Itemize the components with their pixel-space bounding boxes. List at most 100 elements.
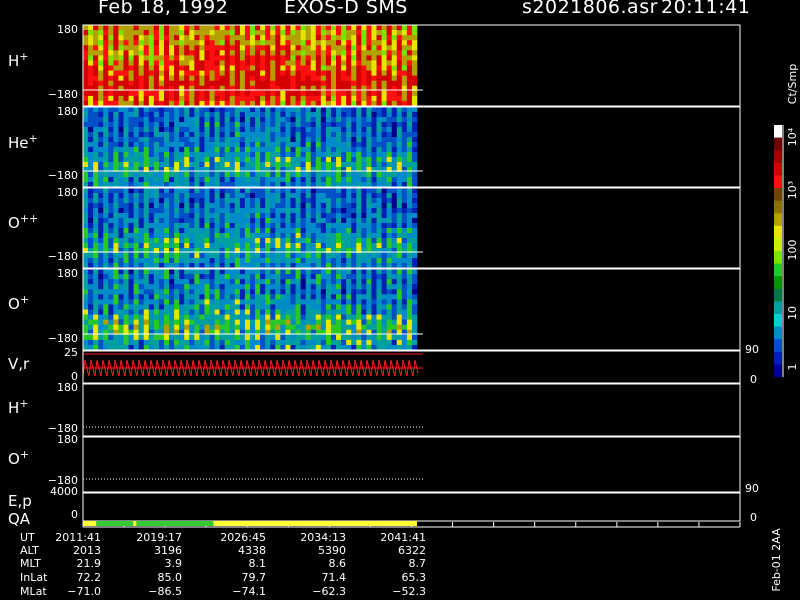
spectrogram-cell bbox=[204, 70, 210, 76]
spectrogram-cell bbox=[411, 238, 418, 244]
spectrogram-cell bbox=[255, 193, 261, 199]
spectrogram-cell bbox=[224, 304, 231, 310]
spectrogram-cell bbox=[371, 203, 377, 209]
spectrogram-cell bbox=[143, 339, 150, 346]
spectrogram-cell bbox=[148, 30, 155, 36]
spectrogram-cell bbox=[406, 100, 413, 107]
spectrogram-cell bbox=[330, 248, 337, 254]
spectrogram-cell bbox=[83, 117, 89, 123]
spectrogram-cell bbox=[330, 213, 337, 219]
spectrogram-cell bbox=[275, 294, 281, 300]
spectrogram-cell bbox=[330, 294, 337, 300]
spectrogram-cell bbox=[386, 213, 392, 219]
spectrogram-cell bbox=[239, 218, 246, 224]
spectrogram-cell bbox=[255, 100, 261, 107]
spectrogram-cell bbox=[83, 112, 89, 118]
spectrogram-cell bbox=[305, 157, 312, 163]
spectrogram-cell bbox=[361, 152, 367, 158]
spectrogram-cell bbox=[250, 70, 256, 76]
spectrogram-cell bbox=[179, 55, 185, 61]
spectrogram-cell bbox=[290, 90, 296, 97]
spectrogram-panel-3 bbox=[83, 188, 418, 269]
spectrogram-cell bbox=[391, 70, 398, 76]
spectrogram-cell bbox=[285, 253, 291, 259]
spectrogram-cell bbox=[133, 132, 139, 138]
spectrogram-cell bbox=[325, 198, 332, 204]
spectrogram-cell bbox=[356, 132, 362, 138]
spectrogram-cell bbox=[376, 132, 382, 138]
spectrogram-cell bbox=[391, 157, 398, 163]
spectrogram-cell bbox=[184, 117, 190, 123]
spectrogram-cell bbox=[148, 253, 155, 259]
spectrogram-cell bbox=[265, 188, 271, 194]
spectrogram-cell bbox=[93, 55, 99, 61]
spectrogram-cell bbox=[158, 75, 165, 81]
spectrogram-cell bbox=[376, 137, 382, 143]
spectrogram-cell bbox=[295, 198, 301, 204]
spectrogram-cell bbox=[366, 258, 372, 264]
spectrogram-cell bbox=[336, 25, 342, 31]
spectrogram-cell bbox=[330, 90, 337, 97]
spectrogram-cell bbox=[209, 304, 215, 310]
spectrogram-cell bbox=[376, 117, 382, 123]
spectrogram-cell bbox=[295, 142, 301, 148]
spectrogram-cell bbox=[148, 294, 155, 300]
spectrogram-cell bbox=[83, 203, 89, 209]
spectrogram-cell bbox=[179, 233, 185, 239]
spectrogram-cell bbox=[194, 309, 200, 315]
spectrogram-cell bbox=[315, 284, 322, 290]
spectrogram-cell bbox=[163, 228, 170, 234]
spectrogram-cell bbox=[229, 70, 236, 76]
spectrogram-cell bbox=[336, 55, 342, 61]
spectrogram-cell bbox=[255, 127, 261, 133]
spectrogram-cell bbox=[295, 289, 301, 295]
spectrogram-cell bbox=[265, 152, 271, 158]
spectrogram-cell bbox=[194, 45, 200, 51]
spectrogram-cell bbox=[179, 152, 185, 158]
spectrogram-cell bbox=[224, 177, 231, 183]
spectrogram-cell bbox=[366, 213, 372, 219]
spectrogram-cell bbox=[396, 167, 403, 173]
spectrogram-cell bbox=[113, 238, 119, 244]
spectrogram-cell bbox=[194, 167, 200, 173]
spectrogram-cell bbox=[224, 65, 231, 71]
spectrogram-cell bbox=[366, 228, 372, 234]
spectrogram-cell bbox=[244, 248, 251, 254]
spectrogram-cell bbox=[239, 339, 246, 346]
spectrogram-cell bbox=[265, 339, 271, 346]
spectrogram-cell bbox=[371, 55, 377, 61]
spectrogram-cell bbox=[250, 112, 256, 118]
spectrogram-cell bbox=[204, 167, 210, 173]
spectrogram-cell bbox=[179, 112, 185, 118]
spectrogram-cell bbox=[406, 289, 413, 295]
spectrogram-cell bbox=[285, 30, 291, 36]
spectrogram-cell bbox=[336, 279, 342, 285]
spectrogram-cell bbox=[224, 198, 231, 204]
spectrogram-cell bbox=[189, 157, 195, 163]
spectrogram-cell bbox=[123, 243, 129, 249]
spectrogram-cell bbox=[93, 90, 99, 97]
spectrogram-cell bbox=[184, 304, 190, 310]
spectrogram-cell bbox=[108, 284, 114, 290]
spectrogram-cell bbox=[310, 55, 317, 61]
spectrogram-cell bbox=[356, 35, 362, 41]
spectrogram-cell bbox=[158, 228, 165, 234]
spectrogram-cell bbox=[361, 70, 367, 76]
spectrogram-cell bbox=[260, 50, 266, 56]
spectrogram-cell bbox=[376, 75, 382, 81]
spectrogram-cell bbox=[371, 177, 377, 183]
spectrogram-cell bbox=[209, 177, 215, 183]
spectrogram-cell bbox=[98, 294, 104, 300]
spectrogram-cell bbox=[224, 324, 231, 331]
spectrogram-cell bbox=[250, 238, 256, 244]
spectrogram-cell bbox=[376, 80, 382, 87]
spectrogram-cell bbox=[401, 248, 408, 254]
footer-value: 79.7 bbox=[242, 571, 267, 584]
spectrogram-cell bbox=[310, 289, 317, 295]
panel-label-oplusplus: O++ bbox=[8, 212, 38, 232]
spectrogram-cell bbox=[320, 40, 327, 46]
spectrogram-cell bbox=[158, 314, 165, 320]
spectrogram-cell bbox=[184, 208, 190, 214]
spectrogram-cell bbox=[229, 177, 236, 183]
spectrogram-cell bbox=[371, 248, 377, 254]
